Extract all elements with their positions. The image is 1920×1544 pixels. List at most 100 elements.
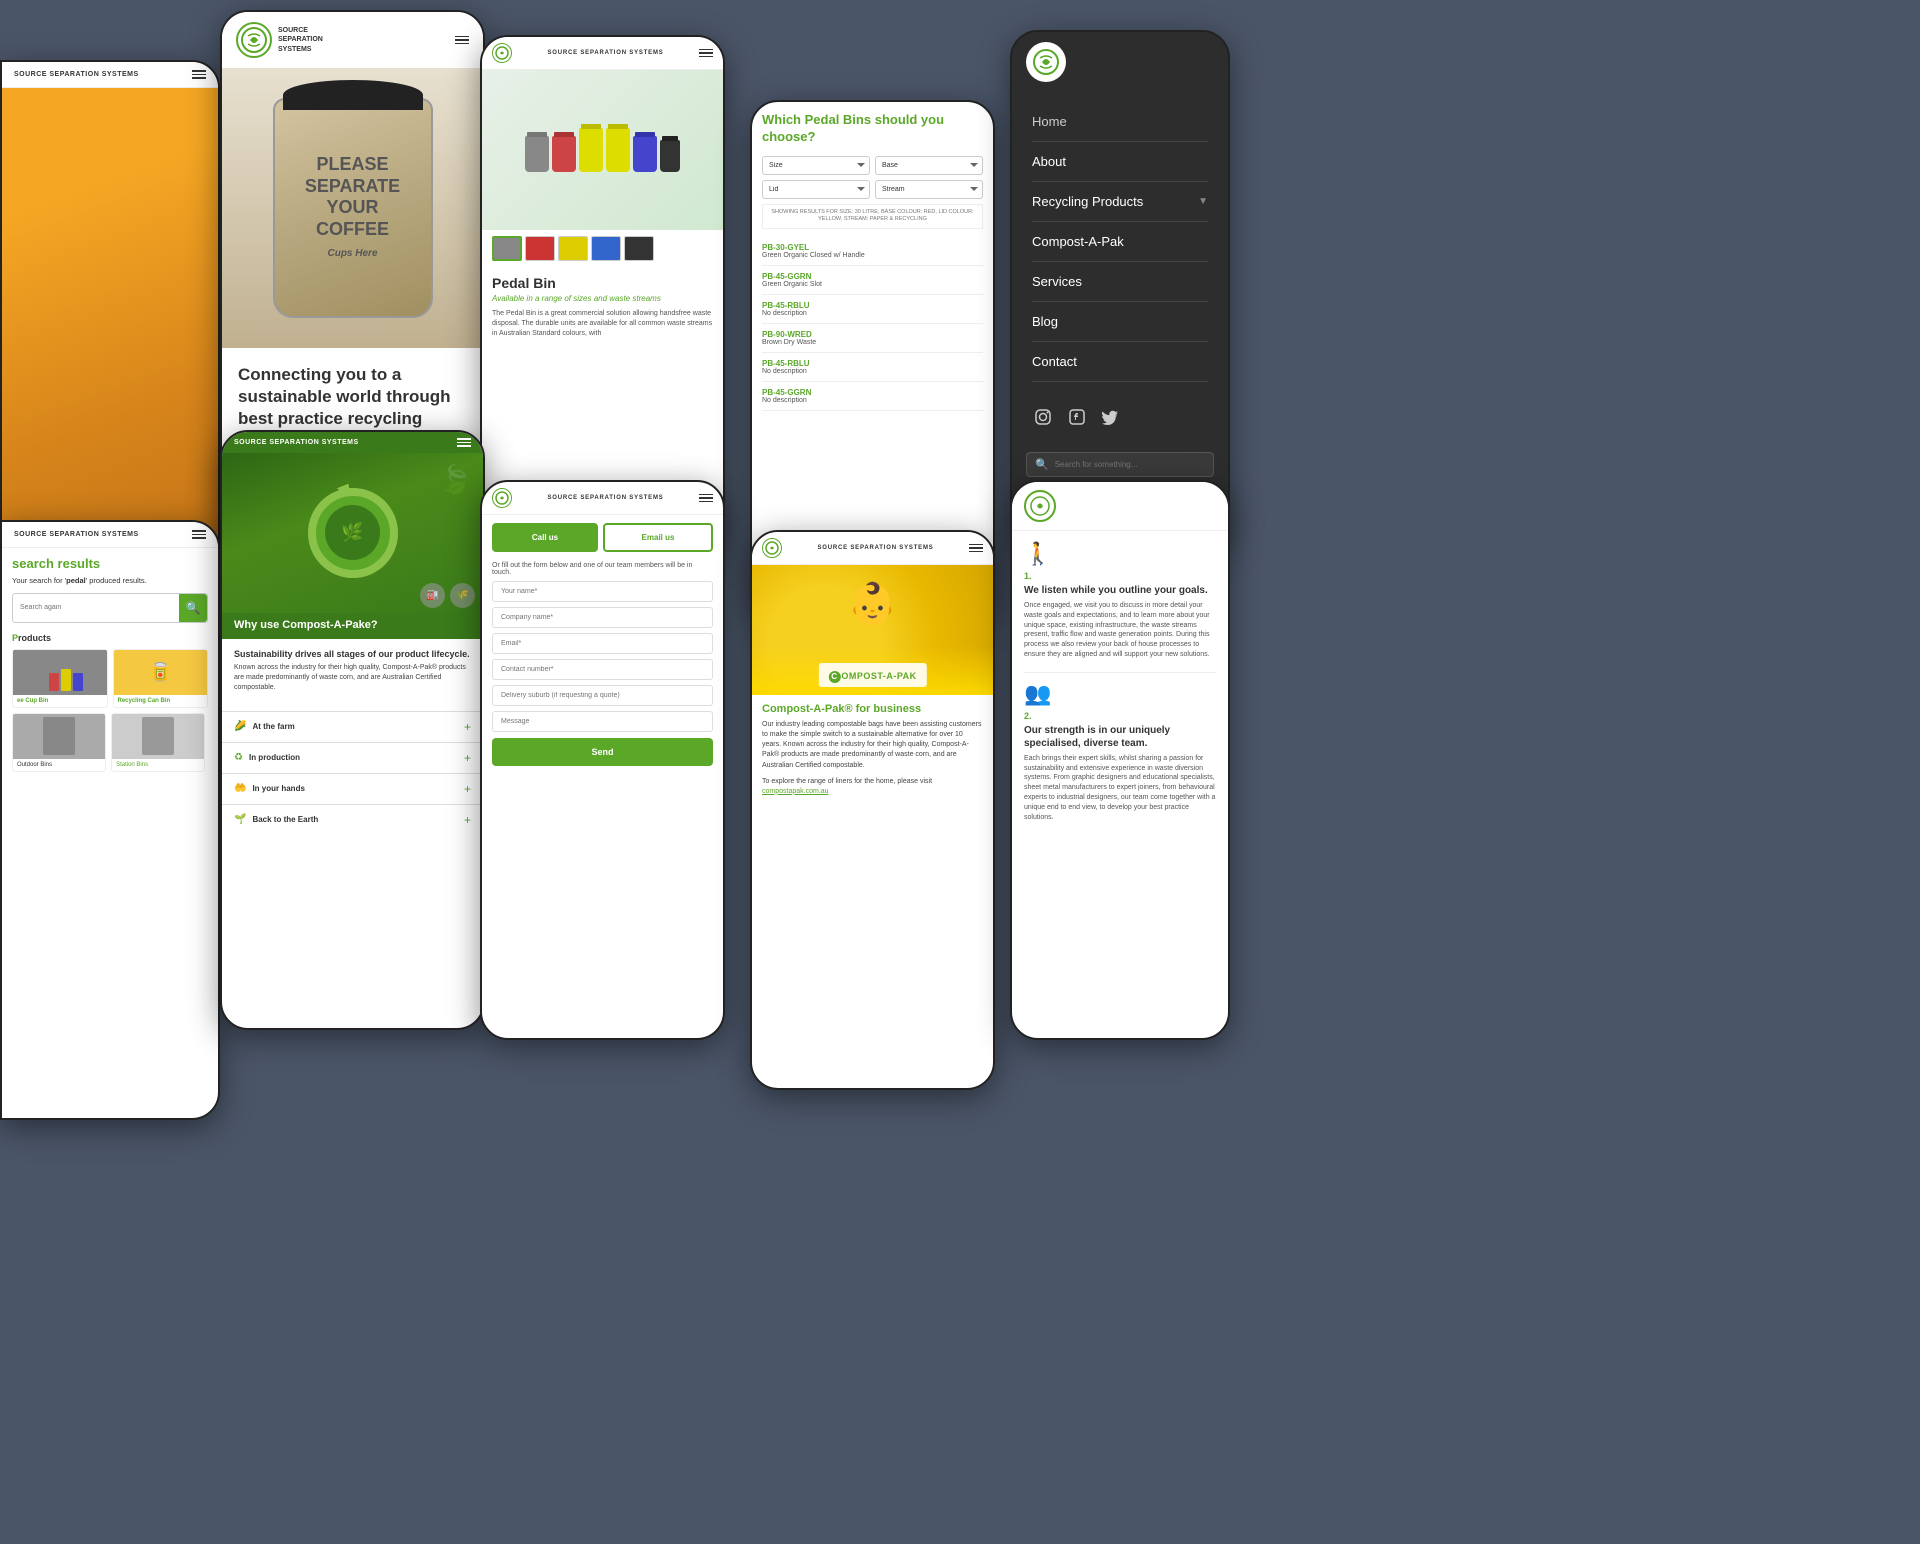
coffee-cup-image: PLEASESEPARATEYOURCOFFEECups Here [273, 98, 433, 318]
step-1: 🚶 1. We listen while you outline your go… [1024, 541, 1216, 660]
phone6-hamburger[interactable] [192, 530, 206, 539]
search-input[interactable] [1055, 460, 1205, 469]
accordion-icon: 🌱 [234, 814, 246, 825]
step2-icon: 👥 [1024, 681, 1216, 707]
phone7-header: SOURCE SEPARATION SYSTEMS [222, 432, 483, 453]
accordion-plus-icon: + [464, 782, 471, 796]
phone4-product-list: PB-30-GYELGreen Organic Closed w/ Handle… [762, 237, 983, 411]
phone-card-5: HomeAboutRecycling Products▼Compost-A-Pa… [1010, 30, 1230, 550]
product-thumb-4[interactable]: Station Bins [111, 713, 205, 772]
phone9-content: Compost-A-Pak® for business Our industry… [752, 695, 993, 811]
phone3-brand: SOURCE SEPARATION SYSTEMS [547, 50, 663, 56]
form-field-company_name[interactable] [492, 607, 713, 628]
accordion-icon: 🌽 [234, 721, 246, 732]
thumb-1[interactable] [492, 236, 522, 261]
stream-filter[interactable]: Stream Paper & Recycling General Waste [875, 180, 983, 199]
phone1-brand: SOURCE SEPARATION SYSTEMS [14, 71, 139, 78]
product-list-item[interactable]: PB-45-GGRNGreen Organic Slot [762, 266, 983, 295]
contact-buttons: Call us Email us [482, 515, 723, 560]
phone10-logo [1024, 490, 1056, 522]
compost-pak-overlay: COMPOST-A-PAK [818, 663, 926, 687]
phone-card-3: SOURCE SEPARATION SYSTEMS Pedal Bin Avai… [480, 35, 725, 555]
step2-title: Our strength is in our uniquely speciali… [1024, 724, 1216, 750]
product-code: PB-30-GYEL [762, 243, 983, 252]
search-again-input[interactable] [13, 599, 179, 616]
form-field-your_name[interactable] [492, 581, 713, 602]
phone-card-10: 🚶 1. We listen while you outline your go… [1010, 480, 1230, 1040]
phone9-hamburger[interactable] [969, 544, 983, 553]
thumb-5[interactable] [624, 236, 654, 261]
send-button[interactable]: Send [492, 738, 713, 766]
hamburger-icon[interactable] [192, 70, 206, 79]
nav-item-blog[interactable]: Blog [1032, 302, 1208, 342]
segment-1: 🏭 [420, 583, 445, 608]
compostapak-link[interactable]: compostapak.com.au [762, 788, 829, 795]
step-2: 👥 2. Our strength is in our uniquely spe… [1024, 681, 1216, 823]
nav-item-recycling-products[interactable]: Recycling Products▼ [1032, 182, 1208, 222]
twitter-icon[interactable] [1100, 406, 1122, 428]
mini-bin-1 [37, 673, 47, 691]
phone10-content: 🚶 1. We listen while you outline your go… [1012, 531, 1228, 844]
phone7-hamburger[interactable] [457, 438, 471, 447]
search-bar: 🔍 [1026, 452, 1214, 477]
lid-filter[interactable]: Lid Yellow Green [762, 180, 870, 199]
nav-item-compost-a-pak[interactable]: Compost-A-Pak [1032, 222, 1208, 262]
product-list-item[interactable]: PB-45-GGRNNo description [762, 382, 983, 411]
product-code: PB-90-WRED [762, 330, 983, 339]
call-button[interactable]: Call us [492, 523, 598, 552]
form-field-delivery_suburb_(if_requesting_a_quote)[interactable] [492, 685, 713, 706]
nav-item-contact[interactable]: Contact [1032, 342, 1208, 382]
nav-item-home[interactable]: Home [1032, 102, 1208, 142]
accordion-label: Back to the Earth [252, 815, 318, 824]
product-thumb-3[interactable]: Outdoor Bins [12, 713, 106, 772]
phone3-hero [482, 70, 723, 230]
product-desc: The Pedal Bin is a great commercial solu… [492, 309, 713, 338]
accordion-item-back-to-the-earth[interactable]: 🌱 Back to the Earth + [222, 804, 483, 835]
filter-row-2: Lid Yellow Green Stream Paper & Recyclin… [762, 180, 983, 199]
thumb-4[interactable] [591, 236, 621, 261]
phone9-title: Compost-A-Pak® for business [762, 703, 983, 715]
nav-item-about[interactable]: About [1032, 142, 1208, 182]
form-or-text: Or fill out the form below and one of ou… [482, 560, 723, 581]
mini-bin-4 [73, 673, 83, 691]
base-filter[interactable]: Base Red Green [875, 156, 983, 175]
phone3-hamburger[interactable] [699, 49, 713, 58]
form-field-message[interactable] [492, 711, 713, 732]
phone2-hamburger[interactable] [455, 36, 469, 45]
results-info: SHOWING RESULTS FOR SIZE: 30 LITRE, BASE… [762, 204, 983, 229]
bin-blue [633, 136, 657, 172]
nav-menu-list: HomeAboutRecycling Products▼Compost-A-Pa… [1012, 92, 1228, 392]
product-thumb-bins[interactable]: ee Cup Bin [12, 649, 108, 708]
accordion-plus-icon: + [464, 751, 471, 765]
nav-item-services[interactable]: Services [1032, 262, 1208, 302]
product-list-item[interactable]: PB-90-WREDBrown Dry Waste [762, 324, 983, 353]
thumb-2[interactable] [525, 236, 555, 261]
accordion-item-at-the-farm[interactable]: 🌽 At the farm + [222, 711, 483, 742]
product-list-item[interactable]: PB-30-GYELGreen Organic Closed w/ Handle [762, 237, 983, 266]
c-circle: C [828, 671, 840, 683]
phone6-content: search results Your search for 'pedal' p… [2, 548, 218, 780]
size-filter[interactable]: Size 30 Litre 45 Litre 90 Litre [762, 156, 870, 175]
form-field-email[interactable] [492, 633, 713, 654]
accordion-item-in-production[interactable]: ♻ In production + [222, 742, 483, 773]
email-button[interactable]: Email us [603, 523, 713, 552]
nav-item-label: Recycling Products [1032, 194, 1143, 209]
product-list-item[interactable]: PB-45-RBLUNo description [762, 353, 983, 382]
product-name: No description [762, 397, 983, 404]
bin-red [552, 136, 576, 172]
accordion-label: In your hands [252, 784, 304, 793]
instagram-icon[interactable] [1032, 406, 1054, 428]
bins-thumbnail [13, 650, 107, 695]
phone2-header: SOURCESEPARATIONSYSTEMS [222, 12, 483, 68]
search-submit-button[interactable]: 🔍 [179, 594, 207, 622]
form-field-contact_number[interactable] [492, 659, 713, 680]
phone1-header: SOURCE SEPARATION SYSTEMS [2, 62, 218, 88]
thumb-3[interactable] [558, 236, 588, 261]
facebook-icon[interactable] [1066, 406, 1088, 428]
phone3-header: SOURCE SEPARATION SYSTEMS [482, 37, 723, 70]
phone8-hamburger[interactable] [699, 494, 713, 503]
product-grid-row2: Outdoor Bins Station Bins [12, 713, 208, 772]
accordion-item-in-your-hands[interactable]: 🤲 In your hands + [222, 773, 483, 804]
product-list-item[interactable]: PB-45-RBLUNo description [762, 295, 983, 324]
product-thumb-can[interactable]: 🥫 Recycling Can Bin [113, 649, 209, 708]
